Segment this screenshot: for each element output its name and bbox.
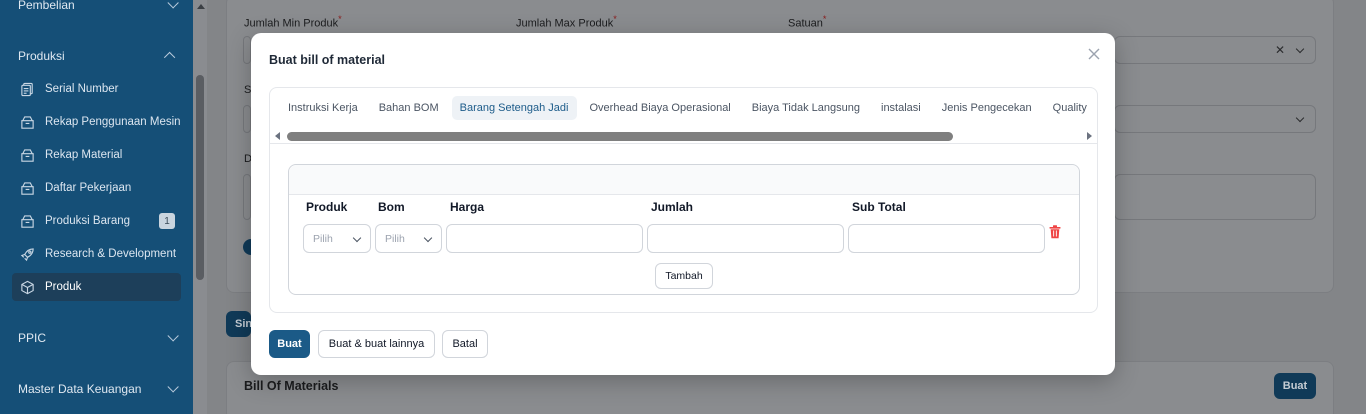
cancel-button[interactable]: Batal xyxy=(442,330,488,358)
select-placeholder: Pilih xyxy=(385,232,405,245)
chevron-down-icon xyxy=(352,233,362,243)
tab-quality[interactable]: Quality xyxy=(1045,96,1095,120)
unit-label: Satuan* xyxy=(788,14,827,30)
column-jumlah: Jumlah xyxy=(651,200,694,214)
repeater-header xyxy=(289,165,1079,195)
sidebar-group-pembelian[interactable]: Pembelian xyxy=(18,0,179,12)
description-textarea-right[interactable] xyxy=(1114,174,1316,220)
bom-select[interactable]: Pilih xyxy=(375,224,442,253)
description-textarea-left[interactable] xyxy=(243,174,251,220)
add-row-button[interactable]: Tambah xyxy=(655,263,713,289)
sidebar-group-label: Pembelian xyxy=(18,0,75,12)
sidebar-item-produk[interactable]: Produk xyxy=(12,273,181,301)
chevron-down-icon xyxy=(1295,44,1305,54)
chevron-down-icon xyxy=(167,0,179,9)
bom-create-button[interactable]: Buat xyxy=(1274,373,1316,399)
clear-icon[interactable]: ✕ xyxy=(1275,43,1285,57)
sidebar-item-label: Research & Development xyxy=(45,248,177,260)
sidebar-item-label: Produksi Barang xyxy=(45,215,131,227)
tab-instruksi-kerja[interactable]: Instruksi Kerja xyxy=(280,96,366,120)
sidebar-group-label: PPIC xyxy=(18,331,47,345)
harga-input[interactable] xyxy=(446,224,643,253)
sidebar-item-label: Rekap Material xyxy=(45,149,123,161)
chevron-down-icon xyxy=(423,233,433,243)
close-icon[interactable] xyxy=(1085,45,1103,63)
sidebar-group-master-data-keuangan[interactable]: Master Data Keuangan xyxy=(18,381,179,396)
sidebar-group-ppic[interactable]: PPIC xyxy=(18,330,179,345)
tab-biaya-tidak-langsung[interactable]: Biaya Tidak Langsung xyxy=(744,96,868,120)
select-placeholder: Pilih xyxy=(313,232,333,245)
tabs-scrollbar[interactable] xyxy=(270,130,1097,144)
sidebar-item-produksi-barang[interactable]: Produksi Barang 1 xyxy=(12,207,181,235)
sidebar: Pembelian Produksi Serial Number Rekap P… xyxy=(0,0,193,414)
jumlah-input[interactable] xyxy=(647,224,844,253)
sidebar-item-label: Rekap Penggunaan Mesin xyxy=(45,116,181,128)
save-button[interactable]: Sin xyxy=(226,311,252,337)
create-bom-modal: Buat bill of material Instruksi Kerja Ba… xyxy=(251,33,1115,375)
max-product-label: Jumlah Max Produk* xyxy=(516,14,617,30)
box-icon xyxy=(19,114,35,130)
rocket-icon xyxy=(19,246,35,262)
sidebar-item-rekap-material[interactable]: Rekap Material xyxy=(12,141,181,169)
sidebar-scrollbar[interactable] xyxy=(196,75,204,280)
sidebar-item-rekap-penggunaan-mesin[interactable]: Rekap Penggunaan Mesin xyxy=(12,108,181,136)
sidebar-group-label: Produksi xyxy=(18,49,65,63)
chevron-down-icon xyxy=(167,330,179,342)
unit-select[interactable]: ✕ xyxy=(1114,36,1316,64)
tabs-panel: Instruksi Kerja Bahan BOM Barang Setenga… xyxy=(269,87,1098,313)
sidebar-item-label: Daftar Pekerjaan xyxy=(45,182,132,194)
sidebar-item-daftar-pekerjaan[interactable]: Daftar Pekerjaan xyxy=(12,174,181,202)
field-input-s[interactable] xyxy=(243,105,251,133)
column-bom: Bom xyxy=(378,200,405,214)
scroll-left-arrow-icon[interactable] xyxy=(275,132,280,140)
box-icon xyxy=(19,180,35,196)
chevron-down-icon xyxy=(167,381,179,393)
count-badge: 1 xyxy=(159,213,175,229)
cube-icon xyxy=(19,279,35,295)
column-sub-total: Sub Total xyxy=(852,200,906,214)
column-produk: Produk xyxy=(306,200,348,214)
tab-bahan-bom[interactable]: Bahan BOM xyxy=(371,96,447,120)
field-select-right[interactable] xyxy=(1114,105,1316,133)
semi-finished-goods-repeater: Produk Bom Harga Jumlah Sub Total Pilih … xyxy=(288,164,1080,295)
bom-section-title: Bill Of Materials xyxy=(244,379,339,393)
sidebar-group-produksi[interactable]: Produksi xyxy=(18,49,176,64)
sidebar-group-label: Master Data Keuangan xyxy=(18,382,142,396)
tab-overhead-biaya-operasional[interactable]: Overhead Biaya Operasional xyxy=(582,96,739,120)
chevron-down-icon xyxy=(1295,113,1305,123)
scrollbar-thumb[interactable] xyxy=(287,132,953,141)
tab-instalasi[interactable]: instalasi xyxy=(873,96,929,120)
min-product-input[interactable] xyxy=(243,36,251,64)
produk-select[interactable]: Pilih xyxy=(303,224,371,253)
scroll-right-arrow-icon[interactable] xyxy=(1087,132,1092,140)
box-icon xyxy=(19,147,35,163)
create-and-another-button[interactable]: Buat & buat lainnya xyxy=(318,330,435,358)
column-harga: Harga xyxy=(450,200,485,214)
modal-title: Buat bill of material xyxy=(269,53,385,67)
box-icon xyxy=(19,213,35,229)
tab-barang-setengah-jadi[interactable]: Barang Setengah Jadi xyxy=(451,96,577,120)
document-icon xyxy=(19,81,35,97)
sidebar-item-research-development[interactable]: Research & Development xyxy=(12,240,181,268)
sub-total-input[interactable] xyxy=(848,224,1045,253)
sidebar-item-serial-number[interactable]: Serial Number xyxy=(12,75,181,103)
tab-jenis-pengecekan[interactable]: Jenis Pengecekan xyxy=(934,96,1040,120)
create-button[interactable]: Buat xyxy=(269,330,310,358)
chevron-up-icon xyxy=(163,51,176,64)
scroll-up-arrow-icon[interactable] xyxy=(197,4,205,9)
sidebar-item-label: Produk xyxy=(45,281,82,293)
sidebar-item-label: Serial Number xyxy=(45,83,119,95)
min-product-label: Jumlah Min Produk* xyxy=(244,14,342,30)
tab-list: Instruksi Kerja Bahan BOM Barang Setenga… xyxy=(270,88,1097,128)
trash-icon[interactable] xyxy=(1049,225,1063,241)
